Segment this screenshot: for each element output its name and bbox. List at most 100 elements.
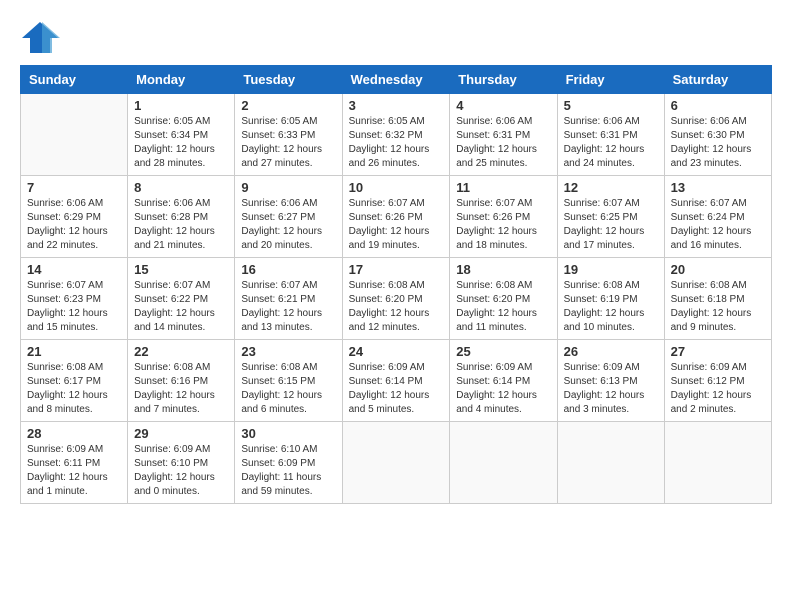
calendar-cell: 23Sunrise: 6:08 AM Sunset: 6:15 PM Dayli… xyxy=(235,340,342,422)
calendar-cell: 29 Sunrise: 6:09 AM Sunset: 6:10 PM Dayli… xyxy=(128,422,235,504)
calendar-cell: 20 Sunrise: 6:08 AM Sunset: 6:18 PM Dayli… xyxy=(664,258,771,340)
day-info: Sunrise: 6:08 AM Sunset: 6:16 PM Dayligh… xyxy=(134,361,228,417)
day-info: Sunrise: 6:06 AM Sunset: 6:27 PM Dayligh… xyxy=(241,197,335,253)
day-number: 6 xyxy=(671,98,765,113)
calendar-cell: 16 Sunrise: 6:07 AM Sunset: 6:21 PM Dayli… xyxy=(235,258,342,340)
day-info: Sunrise: 6:06 AM Sunset: 6:31 PM Dayligh… xyxy=(456,115,550,171)
calendar-cell xyxy=(450,422,557,504)
calendar-table: SundayMondayTuesdayWednesdayThursdayFrid… xyxy=(20,65,772,504)
calendar-header-row: SundayMondayTuesdayWednesdayThursdayFrid… xyxy=(21,66,772,94)
day-number: 21 xyxy=(27,344,121,359)
day-number: 5 xyxy=(564,98,658,113)
calendar-cell: 24 Sunrise: 6:09 AM Sunset: 6:14 PM Dayli… xyxy=(342,340,450,422)
calendar-cell: 19 Sunrise: 6:08 AM Sunset: 6:19 PM Dayli… xyxy=(557,258,664,340)
day-info: Sunrise: 6:08 AM Sunset: 6:20 PM Dayligh… xyxy=(456,279,550,335)
calendar-header-friday: Friday xyxy=(557,66,664,94)
calendar-cell xyxy=(21,94,128,176)
day-number: 26 xyxy=(564,344,658,359)
calendar-cell: 28 Sunrise: 6:09 AM Sunset: 6:11 PM Dayli… xyxy=(21,422,128,504)
day-info: Sunrise: 6:07 AM Sunset: 6:24 PM Dayligh… xyxy=(671,197,765,253)
day-info: Sunrise: 6:05 AM Sunset: 6:33 PM Dayligh… xyxy=(241,115,335,171)
day-info: Sunrise: 6:09 AM Sunset: 6:13 PM Dayligh… xyxy=(564,361,658,417)
day-info: Sunrise: 6:06 AM Sunset: 6:29 PM Dayligh… xyxy=(27,197,121,253)
day-info: Sunrise: 6:05 AM Sunset: 6:32 PM Dayligh… xyxy=(349,115,444,171)
calendar-cell: 6 Sunrise: 6:06 AM Sunset: 6:30 PM Daylig… xyxy=(664,94,771,176)
day-number: 17 xyxy=(349,262,444,277)
calendar-week-2: 7Sunrise: 6:06 AM Sunset: 6:29 PM Daylig… xyxy=(21,176,772,258)
day-number: 24 xyxy=(349,344,444,359)
day-number: 29 xyxy=(134,426,228,441)
calendar-cell: 8 Sunrise: 6:06 AM Sunset: 6:28 PM Daylig… xyxy=(128,176,235,258)
day-info: Sunrise: 6:05 AM Sunset: 6:34 PM Dayligh… xyxy=(134,115,228,171)
day-info: Sunrise: 6:07 AM Sunset: 6:26 PM Dayligh… xyxy=(456,197,550,253)
day-info: Sunrise: 6:07 AM Sunset: 6:21 PM Dayligh… xyxy=(241,279,335,335)
calendar-cell: 14 Sunrise: 6:07 AM Sunset: 6:23 PM Dayli… xyxy=(21,258,128,340)
calendar-cell: 21 Sunrise: 6:08 AM Sunset: 6:17 PM Dayli… xyxy=(21,340,128,422)
day-info: Sunrise: 6:09 AM Sunset: 6:12 PM Dayligh… xyxy=(671,361,765,417)
day-info: Sunrise: 6:07 AM Sunset: 6:23 PM Dayligh… xyxy=(27,279,121,335)
calendar-cell: 13 Sunrise: 6:07 AM Sunset: 6:24 PM Dayli… xyxy=(664,176,771,258)
day-number: 13 xyxy=(671,180,765,195)
day-info: Sunrise: 6:08 AM Sunset: 6:17 PM Dayligh… xyxy=(27,361,121,417)
calendar-header-sunday: Sunday xyxy=(21,66,128,94)
calendar-cell: 1 Sunrise: 6:05 AM Sunset: 6:34 PM Daylig… xyxy=(128,94,235,176)
calendar-week-1: 1 Sunrise: 6:05 AM Sunset: 6:34 PM Daylig… xyxy=(21,94,772,176)
day-info: Sunrise: 6:07 AM Sunset: 6:22 PM Dayligh… xyxy=(134,279,228,335)
day-info: Sunrise: 6:06 AM Sunset: 6:31 PM Dayligh… xyxy=(564,115,658,171)
day-info: Sunrise: 6:10 AM Sunset: 6:09 PM Dayligh… xyxy=(241,443,335,499)
calendar-cell: 11 Sunrise: 6:07 AM Sunset: 6:26 PM Dayli… xyxy=(450,176,557,258)
day-number: 27 xyxy=(671,344,765,359)
calendar-cell: 22Sunrise: 6:08 AM Sunset: 6:16 PM Dayli… xyxy=(128,340,235,422)
day-info: Sunrise: 6:09 AM Sunset: 6:14 PM Dayligh… xyxy=(349,361,444,417)
calendar-cell: 10 Sunrise: 6:07 AM Sunset: 6:26 PM Dayli… xyxy=(342,176,450,258)
calendar-header-monday: Monday xyxy=(128,66,235,94)
calendar-header-tuesday: Tuesday xyxy=(235,66,342,94)
calendar-header-wednesday: Wednesday xyxy=(342,66,450,94)
day-info: Sunrise: 6:08 AM Sunset: 6:20 PM Dayligh… xyxy=(349,279,444,335)
day-number: 25 xyxy=(456,344,550,359)
day-number: 14 xyxy=(27,262,121,277)
day-number: 16 xyxy=(241,262,335,277)
calendar-cell xyxy=(342,422,450,504)
calendar-cell: 3Sunrise: 6:05 AM Sunset: 6:32 PM Daylig… xyxy=(342,94,450,176)
day-number: 19 xyxy=(564,262,658,277)
day-number: 18 xyxy=(456,262,550,277)
calendar-week-4: 21 Sunrise: 6:08 AM Sunset: 6:17 PM Dayli… xyxy=(21,340,772,422)
day-info: Sunrise: 6:08 AM Sunset: 6:18 PM Dayligh… xyxy=(671,279,765,335)
calendar-cell: 30 Sunrise: 6:10 AM Sunset: 6:09 PM Dayli… xyxy=(235,422,342,504)
day-number: 1 xyxy=(134,98,228,113)
day-info: Sunrise: 6:06 AM Sunset: 6:28 PM Dayligh… xyxy=(134,197,228,253)
calendar-cell: 12 Sunrise: 6:07 AM Sunset: 6:25 PM Dayli… xyxy=(557,176,664,258)
day-info: Sunrise: 6:09 AM Sunset: 6:11 PM Dayligh… xyxy=(27,443,121,499)
day-info: Sunrise: 6:08 AM Sunset: 6:19 PM Dayligh… xyxy=(564,279,658,335)
day-number: 15 xyxy=(134,262,228,277)
calendar-cell: 15 Sunrise: 6:07 AM Sunset: 6:22 PM Dayli… xyxy=(128,258,235,340)
day-number: 11 xyxy=(456,180,550,195)
calendar-cell xyxy=(557,422,664,504)
day-info: Sunrise: 6:07 AM Sunset: 6:26 PM Dayligh… xyxy=(349,197,444,253)
calendar-cell: 26 Sunrise: 6:09 AM Sunset: 6:13 PM Dayli… xyxy=(557,340,664,422)
calendar-cell: 27 Sunrise: 6:09 AM Sunset: 6:12 PM Dayli… xyxy=(664,340,771,422)
calendar-cell: 25Sunrise: 6:09 AM Sunset: 6:14 PM Dayli… xyxy=(450,340,557,422)
calendar-cell: 17 Sunrise: 6:08 AM Sunset: 6:20 PM Dayli… xyxy=(342,258,450,340)
day-number: 28 xyxy=(27,426,121,441)
day-info: Sunrise: 6:09 AM Sunset: 6:10 PM Dayligh… xyxy=(134,443,228,499)
calendar-header-thursday: Thursday xyxy=(450,66,557,94)
calendar-cell: 7Sunrise: 6:06 AM Sunset: 6:29 PM Daylig… xyxy=(21,176,128,258)
calendar-cell: 5 Sunrise: 6:06 AM Sunset: 6:31 PM Daylig… xyxy=(557,94,664,176)
calendar-week-3: 14 Sunrise: 6:07 AM Sunset: 6:23 PM Dayli… xyxy=(21,258,772,340)
calendar-cell: 4 Sunrise: 6:06 AM Sunset: 6:31 PM Daylig… xyxy=(450,94,557,176)
day-info: Sunrise: 6:08 AM Sunset: 6:15 PM Dayligh… xyxy=(241,361,335,417)
calendar-cell xyxy=(664,422,771,504)
day-number: 12 xyxy=(564,180,658,195)
day-number: 30 xyxy=(241,426,335,441)
page-header xyxy=(20,20,772,55)
day-number: 4 xyxy=(456,98,550,113)
logo xyxy=(20,20,64,55)
day-number: 8 xyxy=(134,180,228,195)
day-info: Sunrise: 6:07 AM Sunset: 6:25 PM Dayligh… xyxy=(564,197,658,253)
day-number: 20 xyxy=(671,262,765,277)
logo-icon xyxy=(20,20,60,55)
day-info: Sunrise: 6:06 AM Sunset: 6:30 PM Dayligh… xyxy=(671,115,765,171)
day-number: 10 xyxy=(349,180,444,195)
